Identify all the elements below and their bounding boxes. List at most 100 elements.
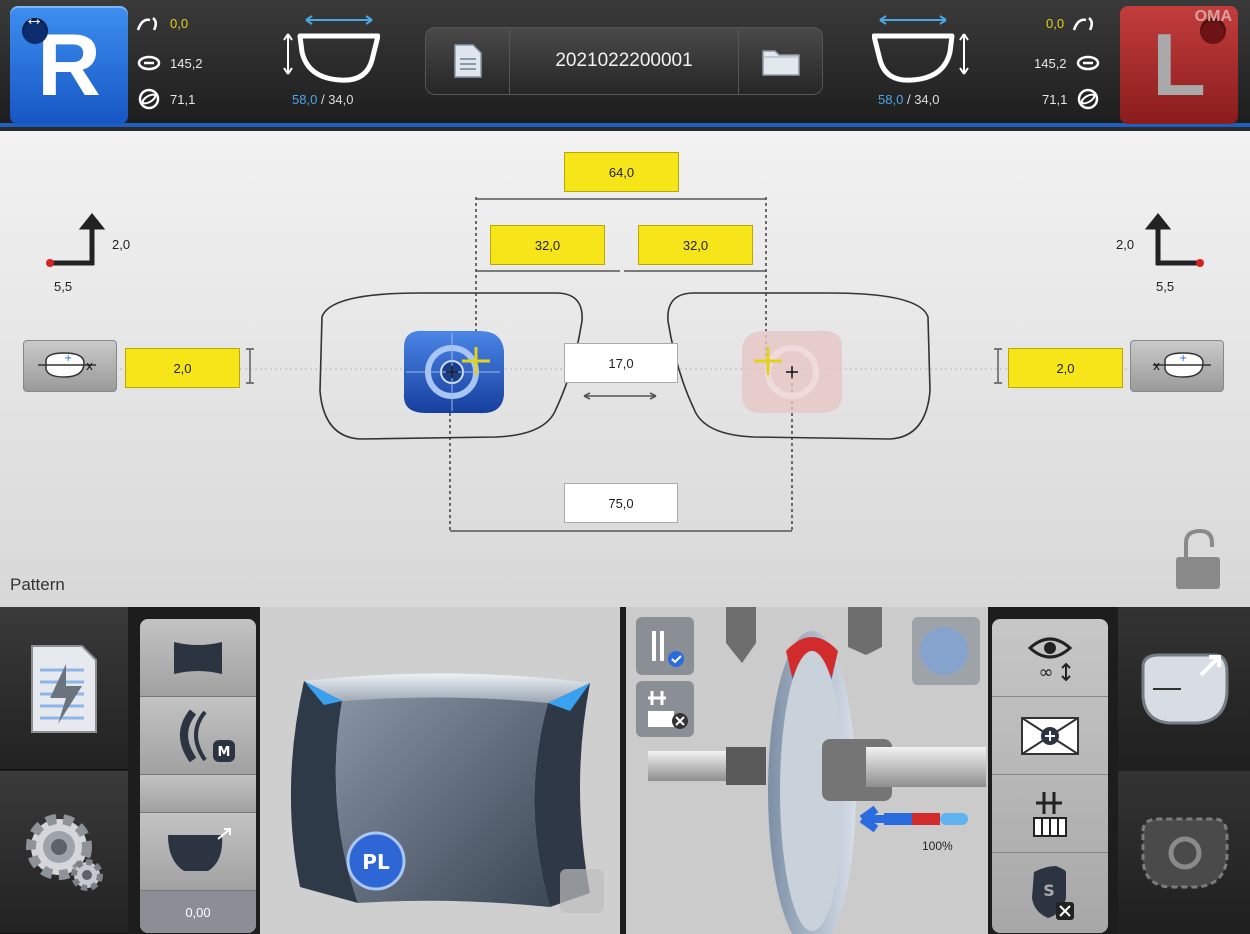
left-bevel-row: 0,0 (1046, 12, 1098, 34)
bevel-icon (136, 17, 157, 31)
pressure-percent: 100% (922, 839, 953, 853)
lens-material-illustration: PL (290, 673, 604, 913)
machine-preview: 100% (626, 607, 988, 934)
settings-button[interactable] (0, 771, 128, 934)
bevel-mode-option[interactable]: M (140, 697, 256, 775)
right-frame-dims: 58,0 / 34,0 (292, 92, 354, 107)
right-offset-x: 5,5 (54, 279, 73, 294)
svg-text:+: + (64, 353, 72, 364)
right-bevel-value: 0,0 (170, 15, 189, 31)
left-bevel-value: 0,0 (1046, 15, 1065, 31)
right-lens-edge-button[interactable]: x + (23, 340, 117, 392)
job-quick-button[interactable] (0, 607, 128, 770)
material-badge: PL (362, 850, 390, 874)
bevel-mode-badge: M (218, 745, 231, 760)
pd-left-field[interactable]: 32,0 (638, 225, 753, 265)
left-wrap-row: 145,2 (1034, 52, 1101, 74)
left-block-pad-icon[interactable] (738, 327, 850, 417)
right-frame-size-icon[interactable] (280, 12, 380, 90)
eye-icon: ∞ (1027, 637, 1073, 683)
svg-text:x: x (86, 359, 93, 373)
edge-shape-option[interactable] (140, 619, 256, 697)
bevel-icon (1072, 17, 1094, 31)
empty-option[interactable] (140, 775, 256, 813)
lens-view-expand-button[interactable] (1118, 607, 1250, 770)
document-icon (453, 44, 482, 78)
safety-shield-icon: S (1032, 866, 1074, 920)
right-tilt-row: 71,1 (136, 88, 195, 110)
right-wrap-value: 145,2 (170, 55, 203, 71)
safety-bevel-option[interactable] (140, 813, 256, 891)
right-wrap-row: 145,2 (136, 52, 203, 74)
left-frame-sep: / (906, 92, 911, 107)
left-frame-dims: 58,0 / 34,0 (878, 92, 940, 107)
left-frame-height: 34,0 (914, 92, 940, 107)
settings-gear-icon (26, 814, 103, 891)
left-wrap-value: 145,2 (1034, 55, 1067, 71)
job-document-button[interactable] (426, 28, 510, 94)
swap-arrows-icon[interactable]: ↔ (24, 8, 44, 31)
right-offset-icon (46, 212, 106, 267)
safety-bevel-icon (168, 827, 231, 871)
left-offset-x: 5,5 (1156, 279, 1175, 294)
tracer-button[interactable] (992, 775, 1108, 853)
lens-rotate-button[interactable] (1118, 771, 1250, 934)
edge-options-column: M 0,00 (140, 619, 256, 933)
right-offset-y: 2,0 (112, 237, 131, 252)
lens-expand-icon (1141, 653, 1229, 724)
svg-text:x: x (1153, 359, 1160, 373)
bridge-field[interactable]: 17,0 (564, 343, 678, 383)
right-frame-width: 58,0 (292, 92, 318, 107)
left-tilt-value: 71,1 (1042, 91, 1068, 107)
right-block-pad-icon[interactable] (396, 327, 508, 417)
left-side-label: L (1152, 15, 1206, 114)
layout-panel: 64,0 32,0 32,0 17,0 75,0 2,0 2,0 x + x +… (0, 131, 1250, 607)
svg-text:S: S (1043, 881, 1055, 900)
svg-text:∞: ∞ (1039, 662, 1054, 683)
right-side-button[interactable]: ↔ R (10, 6, 128, 124)
job-box: 2021022200001 (425, 27, 823, 95)
safety-off-button[interactable]: S (992, 853, 1108, 931)
eye-view-button[interactable]: ∞ (992, 619, 1108, 697)
wrap-icon (1076, 55, 1099, 71)
top-bar: ↔ R 0,0 145,2 71,1 58,0 / 34,0 202102220… (0, 0, 1250, 127)
tilt-icon (138, 88, 160, 110)
left-tilt-row: 71,1 (1042, 88, 1101, 110)
job-open-folder-button[interactable] (738, 28, 822, 94)
tracer-off-button[interactable] (636, 681, 694, 737)
frame-pd-field[interactable]: 75,0 (564, 483, 678, 523)
height-left-field[interactable]: 2,0 (1008, 348, 1123, 388)
right-frame-sep: / (320, 92, 325, 107)
svg-text:+: + (1179, 353, 1187, 364)
lens-height-icon: x + (38, 352, 96, 378)
option-value: 0,00 (185, 904, 211, 920)
tracer-icon (1033, 791, 1067, 837)
pd-right-field[interactable]: 32,0 (490, 225, 605, 265)
tilt-icon (1078, 88, 1099, 110)
left-lens-edge-button[interactable]: x + (1130, 340, 1224, 392)
left-side-button[interactable]: OMA L (1120, 6, 1238, 124)
right-frame-height: 34,0 (328, 92, 354, 107)
left-offset-icon (1144, 212, 1204, 267)
lens-height-icon: x + (1153, 352, 1211, 378)
height-right-field[interactable]: 2,0 (125, 348, 240, 388)
unlock-icon[interactable] (1174, 529, 1224, 591)
folder-icon (761, 50, 800, 76)
job-number[interactable]: 2021022200001 (510, 28, 738, 94)
bottom-panel: M 0,00 PL 100% ∞ S (0, 607, 1250, 934)
wrap-icon (137, 55, 161, 71)
bevel-edge-icon: M (180, 708, 235, 762)
center-lens-button[interactable] (992, 697, 1108, 775)
flat-edge-icon (174, 641, 222, 674)
pd-total-field[interactable]: 64,0 (564, 152, 679, 192)
left-frame-size-icon[interactable] (872, 12, 972, 90)
polish-toggle-button[interactable] (912, 617, 980, 685)
option-value-field[interactable]: 0,00 (140, 891, 256, 933)
left-offset-y: 2,0 (1116, 237, 1135, 252)
tracer-off-icon (648, 691, 688, 729)
lens-check-button[interactable] (636, 617, 694, 675)
right-tilt-value: 71,1 (170, 91, 196, 107)
quick-job-document-icon (31, 645, 97, 733)
right-bevel-row: 0,0 (136, 12, 188, 34)
lens-rotate-icon (1141, 817, 1229, 888)
